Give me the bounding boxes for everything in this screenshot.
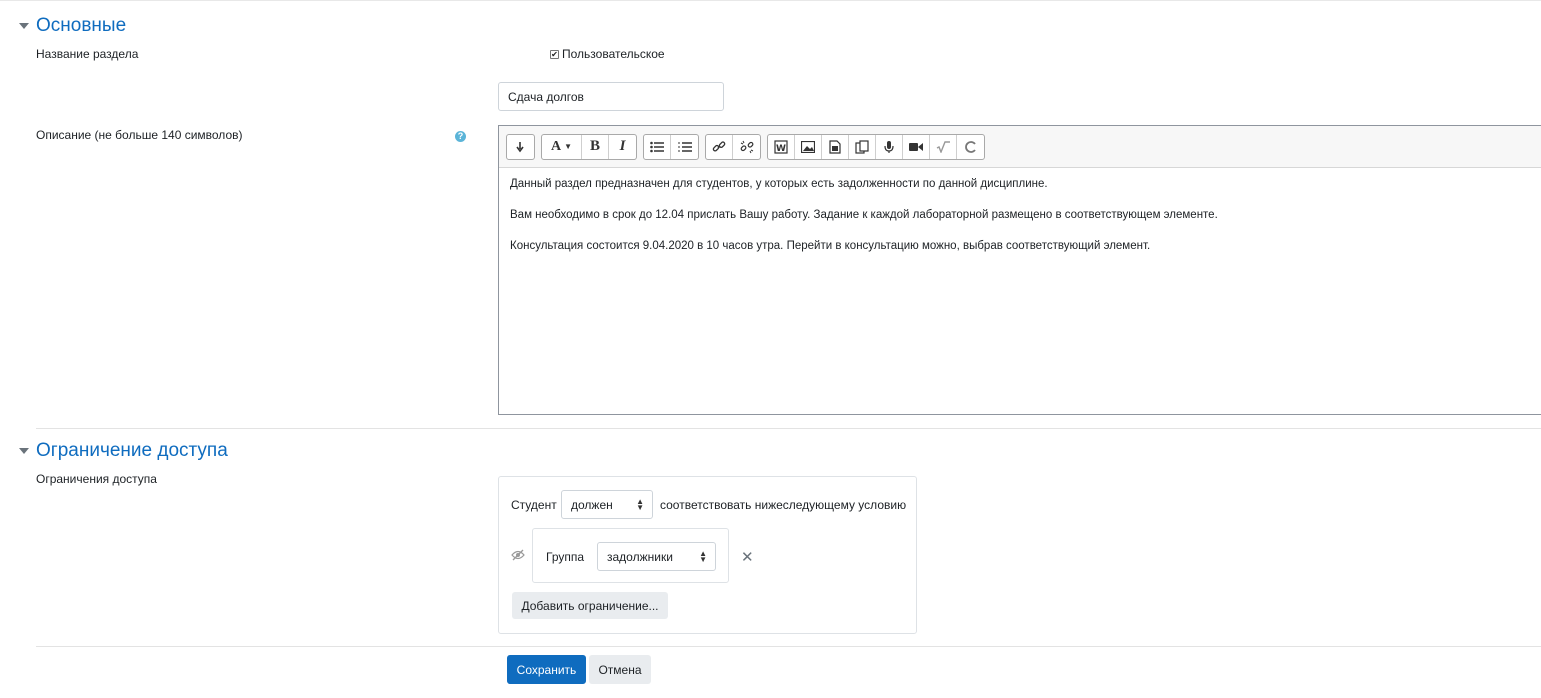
close-icon[interactable]: ✕ xyxy=(741,548,754,566)
collapse-caret-icon[interactable] xyxy=(19,23,29,29)
custom-name-checkbox-row[interactable]: ✔ Пользовательское xyxy=(550,47,665,61)
undo-icon[interactable] xyxy=(957,135,984,159)
editor-toolbar: A ▼ B I W xyxy=(499,126,1541,168)
access-section-header[interactable]: Ограничение доступа xyxy=(19,440,228,462)
record-video-icon[interactable] xyxy=(903,134,930,159)
collapse-caret-icon[interactable] xyxy=(19,448,29,454)
condition-text: соответствовать нижеследующему условию xyxy=(660,498,907,512)
section-name-input[interactable] xyxy=(498,82,724,111)
description-editor[interactable]: A ▼ B I W Данный раздел предназначен для… xyxy=(498,125,1541,415)
description-label: Описание (не больше 140 символов) xyxy=(36,128,243,142)
collapse-toggle-icon[interactable] xyxy=(507,135,534,159)
must-select[interactable]: должен ▲ ▼ xyxy=(561,490,653,519)
footer-divider xyxy=(36,646,1541,647)
manage-files-icon[interactable] xyxy=(849,134,876,159)
link-icon[interactable] xyxy=(706,134,733,159)
italic-icon[interactable]: I xyxy=(609,135,636,159)
general-section-title: Основные xyxy=(36,15,127,36)
toolbar-group-style: A ▼ B I xyxy=(541,133,637,160)
general-section-header[interactable]: Основные xyxy=(19,15,126,37)
custom-name-checkbox[interactable]: ✔ xyxy=(550,49,559,59)
unlink-icon[interactable] xyxy=(733,135,760,159)
equation-icon[interactable] xyxy=(930,134,957,159)
eye-slash-icon[interactable] xyxy=(511,549,525,561)
toolbar-group-media: W xyxy=(767,133,985,160)
editor-paragraph: Данный раздел предназначен для студентов… xyxy=(510,178,1048,190)
section-divider xyxy=(36,428,1541,429)
top-divider xyxy=(0,0,1541,1)
text-style-icon[interactable]: A ▼ xyxy=(542,134,582,159)
editor-paragraph: Консультация состоится 9.04.2020 в 10 ча… xyxy=(510,240,1151,252)
image-icon[interactable] xyxy=(795,134,822,159)
question-circle-icon[interactable]: ? xyxy=(455,131,466,142)
select-arrows-icon: ▲ ▼ xyxy=(636,496,644,512)
editor-paragraph: Вам необходимо в срок до 12.04 прислать … xyxy=(510,209,1218,221)
record-audio-icon[interactable] xyxy=(876,134,903,159)
add-restriction-button[interactable]: Добавить ограничение... xyxy=(512,592,668,619)
unordered-list-icon[interactable] xyxy=(644,134,671,159)
restrictions-label: Ограничения доступа xyxy=(36,472,157,486)
media-icon[interactable] xyxy=(822,134,849,159)
custom-name-checkbox-label: Пользовательское xyxy=(562,47,665,61)
svg-text:W: W xyxy=(776,144,786,154)
word-paste-icon[interactable]: W xyxy=(768,134,795,159)
toolbar-group-links xyxy=(705,133,761,160)
editor-content[interactable]: Данный раздел предназначен для студентов… xyxy=(499,168,1541,279)
student-label: Студент xyxy=(511,498,557,512)
access-section-title: Ограничение доступа xyxy=(36,440,228,461)
select-arrows-icon: ▲ ▼ xyxy=(699,548,707,564)
must-select-value: должен xyxy=(571,497,613,512)
section-name-label: Название раздела xyxy=(36,47,139,61)
group-select-value: задолжники xyxy=(607,549,673,564)
toolbar-group-collapse xyxy=(506,133,535,160)
group-select[interactable]: задолжники ▲ ▼ xyxy=(597,542,716,571)
ordered-list-icon[interactable] xyxy=(671,135,698,159)
bold-icon[interactable]: B xyxy=(582,134,609,159)
cancel-button[interactable]: Отмена xyxy=(589,655,651,684)
toolbar-group-lists xyxy=(643,133,699,160)
group-label: Группа xyxy=(546,550,585,564)
save-button[interactable]: Сохранить xyxy=(507,655,586,684)
